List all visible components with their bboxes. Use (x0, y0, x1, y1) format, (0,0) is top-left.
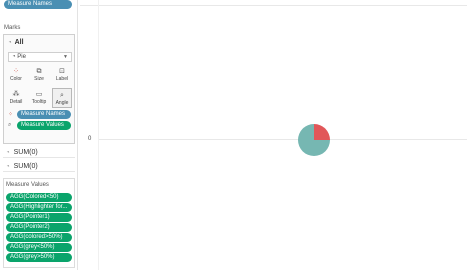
label-icon: ⊡ (59, 68, 65, 75)
angle-field-icon: ⌕ (8, 122, 12, 128)
marks-all-header[interactable]: ◔ All (8, 39, 24, 46)
marks-all-icon: ◔ (8, 40, 12, 46)
pie-shelf-icon: ◔ (6, 150, 10, 156)
angle-icon: ⌕ (60, 92, 64, 99)
detail-button[interactable]: ⁂ Detail (6, 88, 26, 108)
top-gridline (80, 5, 467, 6)
measure-values-panel: Measure Values AGG(Colored<50) AGG(Highl… (3, 178, 75, 268)
size-button-label: Size (34, 76, 44, 82)
marks-field-measure-values[interactable]: Measure Values (17, 121, 71, 130)
axis-zero-label: 0 (88, 136, 92, 142)
angle-button-label: Angle (55, 100, 69, 106)
tooltip-button[interactable]: ▭ Tooltip (29, 88, 49, 108)
columns-pill-measure-names[interactable]: Measure Names (4, 0, 72, 9)
measure-value-pill[interactable]: AGG(grey>50%) (6, 253, 72, 262)
marks-all-label: All (14, 39, 24, 46)
vertical-gridline (98, 0, 99, 270)
shelf-sum-2[interactable]: ◔ SUM(0) (3, 161, 75, 172)
zero-gridline (98, 139, 467, 140)
pie-chart[interactable] (297, 123, 331, 157)
tooltip-button-label: Tooltip (31, 99, 47, 105)
view-canvas[interactable]: 0 (80, 0, 467, 270)
measure-value-pill[interactable]: AGG(grey<50%) (6, 243, 72, 252)
detail-icon: ⁂ (12, 91, 20, 98)
measure-value-pill[interactable]: AGG(Pointer2) (6, 223, 72, 232)
label-button[interactable]: ⊡ Label (52, 65, 72, 85)
marks-field-measure-names[interactable]: Measure Names (17, 110, 71, 119)
color-icon: ⁘ (13, 68, 19, 75)
color-field-icon: ⁘ (8, 112, 14, 118)
shelf-sum-1[interactable]: ◔ SUM(0) (3, 147, 75, 158)
size-icon: ⧉ (36, 68, 42, 75)
angle-button[interactable]: ⌕ Angle (52, 88, 72, 108)
measure-value-pill[interactable]: AGG(Highlighter for... (6, 203, 72, 212)
marks-card: ◔ All ◔ Pie ▼ ⁘ Color ⧉ Size ⊡ Label ⁂ De… (3, 34, 75, 144)
color-button-label: Color (10, 76, 22, 82)
color-button[interactable]: ⁘ Color (6, 65, 26, 85)
mark-type-dropdown[interactable]: ◔ Pie ▼ (8, 52, 72, 62)
pie-slice-red[interactable] (314, 124, 330, 140)
measure-value-pill[interactable]: AGG(Pointer1) (6, 213, 72, 222)
measure-values-title: Measure Values (6, 182, 49, 188)
marks-section-label: Marks (4, 25, 21, 31)
measure-value-pill[interactable]: AGG(colored>50%) (6, 233, 72, 242)
tooltip-icon: ▭ (35, 91, 43, 98)
label-button-label: Label (55, 76, 69, 82)
size-button[interactable]: ⧉ Size (29, 65, 49, 85)
chevron-down-icon: ▼ (63, 54, 68, 60)
shelf-sum-2-label: SUM(0) (13, 163, 38, 170)
mark-type-value: Pie (17, 54, 26, 60)
measure-value-pill[interactable]: AGG(Colored<50) (6, 193, 72, 202)
left-pane: Measure Names Marks ◔ All ◔ Pie ▼ ⁘ Color… (0, 0, 78, 270)
detail-button-label: Detail (9, 99, 23, 105)
pie-shelf-icon: ◔ (6, 164, 10, 170)
shelf-sum-1-label: SUM(0) (13, 149, 38, 156)
